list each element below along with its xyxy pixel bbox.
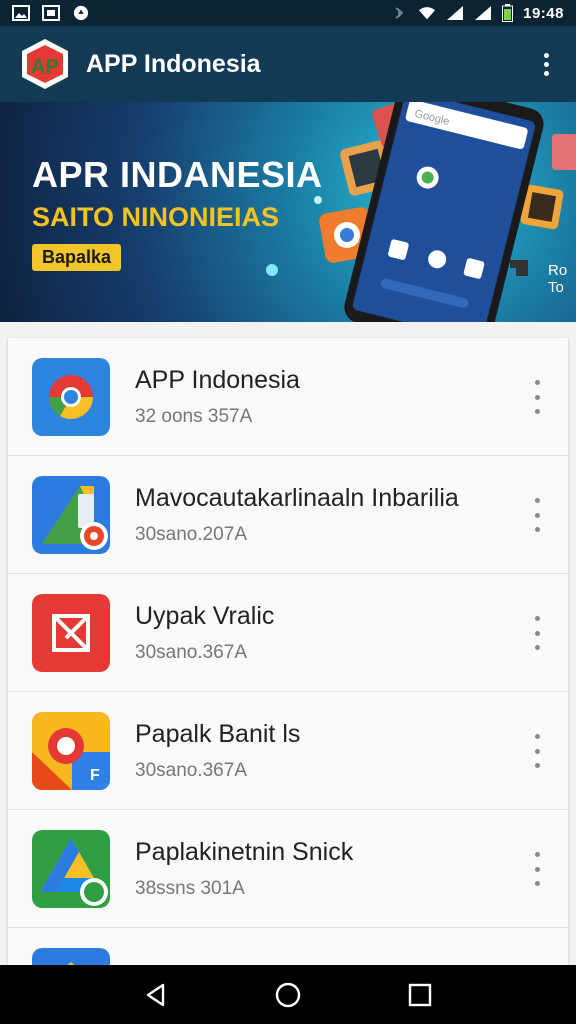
svg-text:F: F [90,767,100,784]
recents-icon [408,983,432,1006]
home-button[interactable] [268,975,308,1015]
more-vert-icon[interactable] [528,734,546,768]
app-meta: 30sano.207A [135,524,247,545]
svg-text:AP: AP [31,56,59,78]
app-meta: 32 oons 357A [135,406,253,427]
drive-style-icon [32,830,110,908]
list-item[interactable]: Uypak Vralic 30sano.367A [8,574,568,692]
app-title: Papalk Banit ls [135,720,301,748]
app-title: Paplakinetnin Snick [135,838,354,866]
image-icon [12,5,30,21]
list-item[interactable]: APP Indonesia 32 oons 357A [8,338,568,456]
home-icon [275,982,301,1007]
status-time: 19:48 [523,4,564,22]
signal-icon [447,6,464,20]
banner-side-text: Ro To [548,262,568,296]
banner-action-icon[interactable] [506,256,534,280]
red-envelope-icon [32,594,110,672]
more-vert-icon[interactable] [528,616,546,650]
bluetooth-icon [395,7,404,19]
yellow-app-icon: F [32,712,110,790]
signal-icon [475,6,492,20]
app-title: Mavocautakarlinaaln Inbarilia [135,484,459,512]
app-meta: 38ssns 301A [135,878,245,899]
app-list: APP Indonesia 32 oons 357A Mavocautakarl… [8,338,568,965]
status-bar: 19:48 [0,0,576,26]
banner-chip[interactable]: Bapalka [32,244,122,271]
wifi-icon [419,7,436,20]
chrome-style-icon [32,358,110,436]
list-item[interactable]: Paplakinetnin Snick 38ssns 301A [8,810,568,928]
app-logo-icon: AP [22,39,68,89]
back-icon [146,983,165,1006]
list-item[interactable]: Mavocautakarlinaaln Inbarilia 30sano.207… [8,456,568,574]
gallery-icon [42,5,60,21]
more-vert-icon[interactable] [528,852,546,886]
recents-button[interactable] [400,975,440,1015]
more-vert-icon[interactable] [528,498,546,532]
app-meta: 30sano.367A [135,760,247,781]
back-button[interactable] [136,975,176,1015]
banner-title: APR INDANESIA [32,154,323,195]
list-item[interactable]: F Papalk Banit ls 30sano.367A [8,692,568,810]
app-meta: 30sano.367A [135,642,247,663]
banner-subtitle: SAITO NINONIEIAS [32,202,280,232]
app-title: Uypak Vralic [135,602,275,630]
maps-style-icon [32,476,110,554]
battery-icon [502,4,514,22]
page-title: APP Indonesia [86,49,261,78]
app-badge-icon [73,5,89,21]
app-title: APP Indonesia [135,366,300,394]
navigation-bar [0,965,576,1024]
more-vert-icon[interactable] [528,380,546,414]
list-item-partial[interactable] [8,928,568,965]
app-bar: AP APP Indonesia [0,26,576,102]
more-vert-icon[interactable] [534,44,558,84]
partial-app-icon [32,948,110,965]
promo-banner[interactable]: Google APR INDANESIA SAITO NINONIEIAS Ba… [0,102,576,322]
